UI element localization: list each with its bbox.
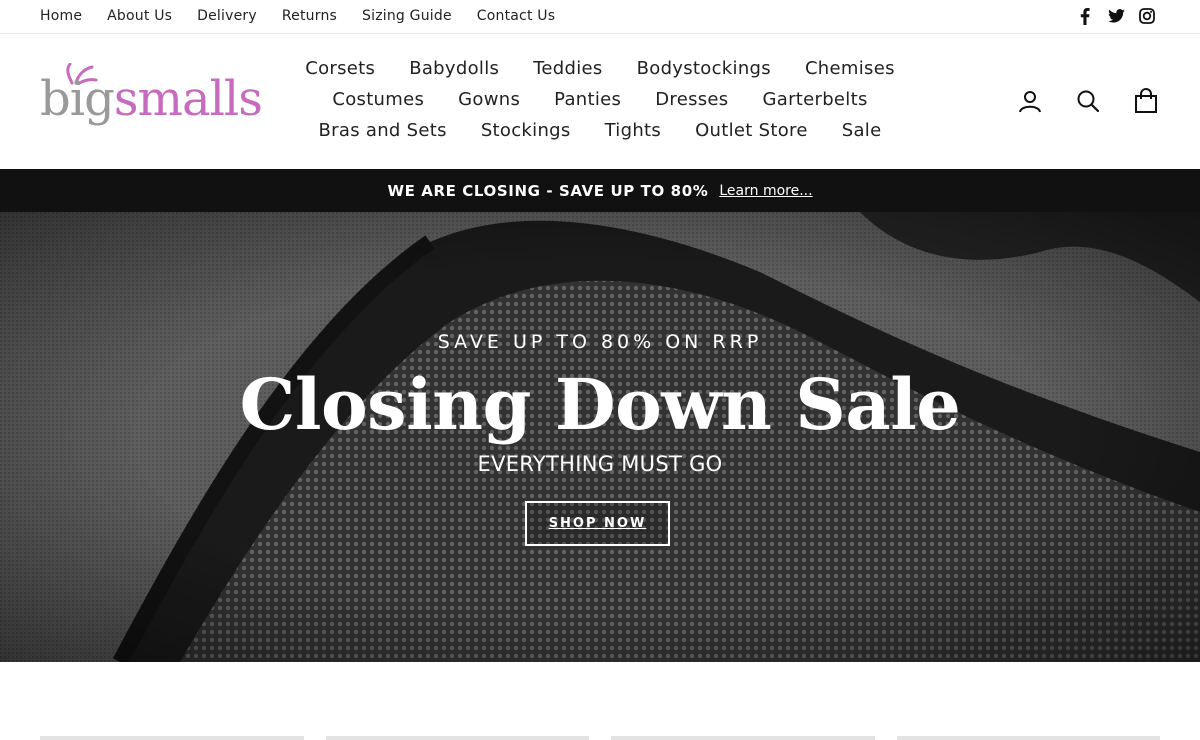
nav-item-tights[interactable]: Tights (588, 119, 679, 143)
nav-item-chemises[interactable]: Chemises (788, 57, 912, 81)
nav-item-costumes[interactable]: Costumes (315, 88, 441, 112)
search-icon[interactable] (1074, 87, 1102, 115)
site-logo[interactable]: bigsmalls (40, 63, 263, 135)
nav-item-sale[interactable]: Sale (825, 119, 899, 143)
nav-item-outlet-store[interactable]: Outlet Store (678, 119, 825, 143)
site-header: bigsmalls Corsets Babydolls Teddies Body… (0, 35, 1200, 169)
utility-link-returns[interactable]: Returns (282, 8, 337, 24)
logo-text: bigsmalls (40, 75, 263, 123)
nav-item-garterbelts[interactable]: Garterbelts (745, 88, 884, 112)
social-links (1076, 7, 1156, 25)
hero-kicker: SAVE UP TO 80% ON RRP (437, 331, 763, 353)
announcement-bar: WE ARE CLOSING - SAVE UP TO 80% Learn mo… (0, 169, 1200, 212)
product-card[interactable] (325, 736, 589, 740)
logo-part-big: big (40, 71, 115, 127)
product-card-row (40, 736, 1160, 740)
product-card[interactable] (40, 736, 304, 740)
utility-link-home[interactable]: Home (40, 8, 82, 24)
account-icon[interactable] (1016, 87, 1044, 115)
announcement-learn-more-link[interactable]: Learn more... (719, 183, 812, 199)
hero-subtitle: EVERYTHING MUST GO (477, 452, 723, 476)
hero-title: Closing Down Sale (239, 363, 961, 446)
nav-item-dresses[interactable]: Dresses (638, 88, 745, 112)
cart-icon[interactable] (1132, 87, 1160, 115)
shop-now-button[interactable]: SHOP NOW (525, 501, 670, 546)
nav-item-babydolls[interactable]: Babydolls (392, 57, 516, 81)
nav-item-panties[interactable]: Panties (537, 88, 638, 112)
utility-nav: Home About Us Delivery Returns Sizing Gu… (40, 8, 580, 24)
announcement-message: WE ARE CLOSING - SAVE UP TO 80% (387, 181, 709, 200)
facebook-icon[interactable] (1076, 7, 1094, 25)
utility-link-delivery[interactable]: Delivery (197, 8, 257, 24)
nav-item-gowns[interactable]: Gowns (441, 88, 537, 112)
hero-content: SAVE UP TO 80% ON RRP Closing Down Sale … (0, 212, 1200, 662)
main-nav: Corsets Babydolls Teddies Bodystockings … (258, 57, 942, 143)
instagram-icon[interactable] (1138, 7, 1156, 25)
header-icons (1016, 87, 1160, 115)
nav-item-bras-and-sets[interactable]: Bras and Sets (302, 119, 464, 143)
utility-link-contact[interactable]: Contact Us (477, 8, 555, 24)
utility-link-sizing-guide[interactable]: Sizing Guide (362, 8, 452, 24)
nav-item-stockings[interactable]: Stockings (464, 119, 588, 143)
twitter-icon[interactable] (1107, 7, 1125, 25)
logo-part-smalls: smalls (113, 71, 263, 127)
utility-bar: Home About Us Delivery Returns Sizing Gu… (0, 0, 1200, 34)
product-card[interactable] (611, 736, 875, 740)
product-card[interactable] (896, 736, 1160, 740)
hero-banner: SAVE UP TO 80% ON RRP Closing Down Sale … (0, 212, 1200, 662)
utility-link-about[interactable]: About Us (107, 8, 172, 24)
nav-item-teddies[interactable]: Teddies (516, 57, 619, 81)
nav-item-bodystockings[interactable]: Bodystockings (620, 57, 788, 81)
nav-item-corsets[interactable]: Corsets (288, 57, 392, 81)
